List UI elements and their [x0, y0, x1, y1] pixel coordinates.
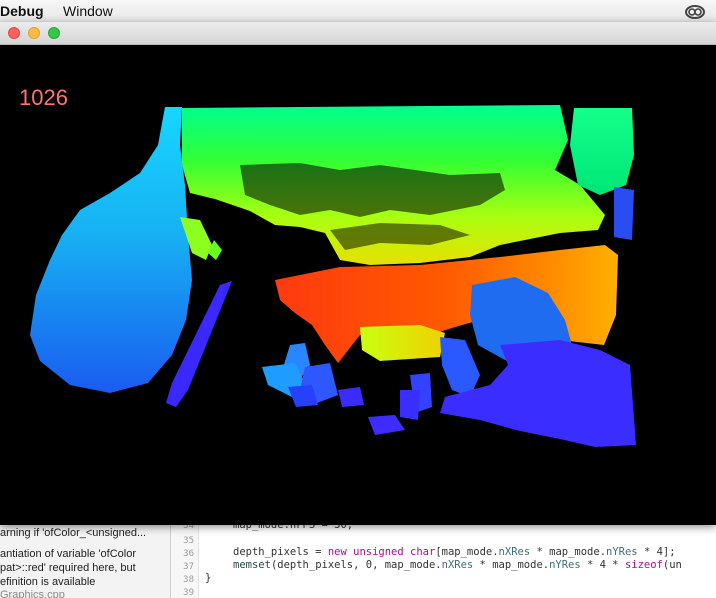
ide-background: arning if 'ofColor_<unsigned... antiatio…	[0, 515, 716, 598]
menu-window[interactable]: Window	[63, 3, 113, 19]
depth-map-canvas: 1026	[0, 45, 716, 525]
app-window: 1026	[0, 22, 716, 525]
issue-text[interactable]: pat>::red' required here, but	[0, 562, 136, 574]
fps-counter: 1026	[19, 85, 68, 110]
creative-cloud-icon[interactable]	[684, 3, 706, 19]
zoom-button[interactable]	[48, 27, 60, 39]
line-number-gutter: 34 35 36 37 38 39	[171, 516, 199, 598]
window-titlebar[interactable]	[0, 22, 716, 45]
line-number: 36	[183, 549, 194, 559]
issue-text[interactable]: arning if 'ofColor_<unsigned...	[0, 527, 146, 539]
line-number: 37	[183, 562, 194, 572]
line-number: 35	[183, 536, 194, 546]
close-button[interactable]	[8, 27, 20, 39]
menu-bar: Debug Window	[0, 0, 716, 23]
code-line-38: }	[205, 572, 212, 584]
code-editor[interactable]: map_mode.nFPS = 30; depth_pixels = new u…	[199, 516, 716, 598]
code-line-37: memset(depth_pixels, 0, map_mode.nXRes *…	[233, 559, 682, 571]
menu-debug[interactable]: Debug	[0, 3, 44, 19]
minimize-button[interactable]	[28, 27, 40, 39]
line-number: 38	[183, 575, 194, 585]
issue-navigator: arning if 'ofColor_<unsigned... antiatio…	[0, 516, 171, 598]
code-line-36: depth_pixels = new unsigned char[map_mod…	[233, 546, 676, 558]
issue-text[interactable]: efinition is available	[0, 576, 95, 588]
issue-text[interactable]: antiation of variable 'ofColor	[0, 548, 136, 560]
depth-map-image	[30, 105, 636, 447]
